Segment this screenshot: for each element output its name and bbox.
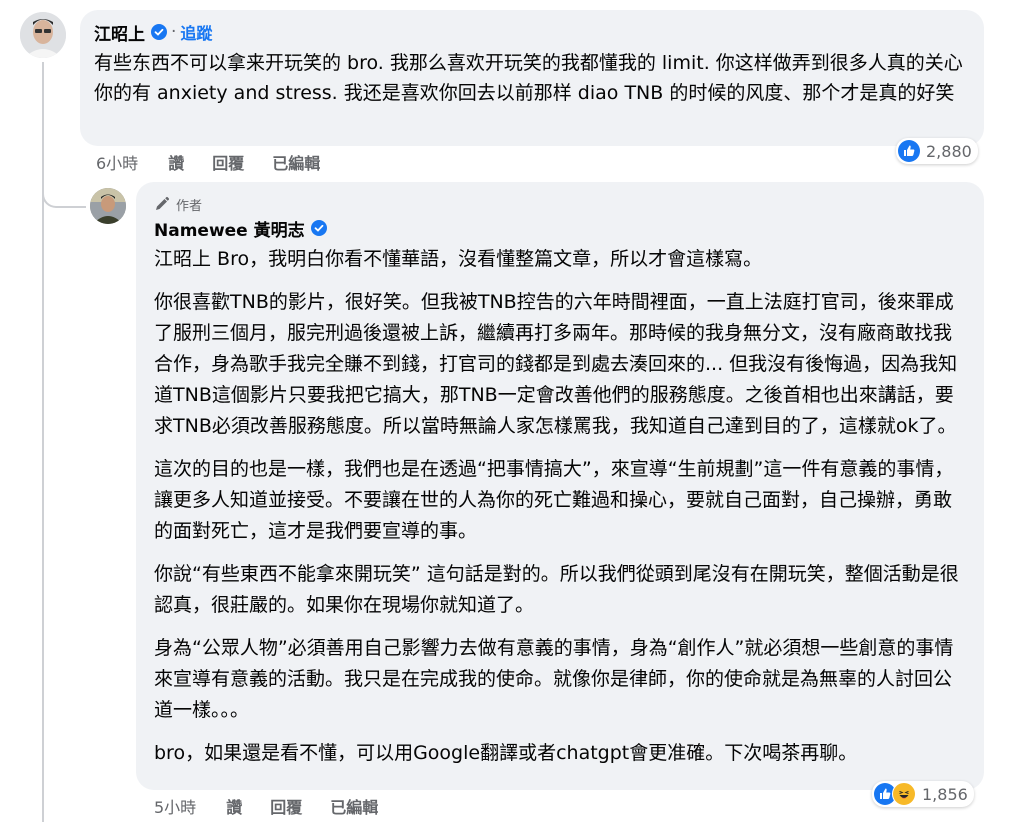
- reaction-summary[interactable]: 1,856: [872, 781, 974, 807]
- reply-button[interactable]: 回覆: [270, 794, 302, 818]
- avatar-image: [90, 188, 126, 224]
- separator-dot: ·: [171, 22, 177, 42]
- reply-paragraph: 這次的目的也是一樣，我們也是在透過“把事情搞大”，來宣導“生前規劃”這一件有意義…: [154, 458, 954, 542]
- like-reaction-icon: [898, 140, 920, 162]
- comment-text: 有些东西不可以拿来开玩笑的 bro. 我那么喜欢开玩笑的我都懂我的 limit.…: [94, 52, 963, 104]
- author-badge-label: 作者: [176, 198, 203, 214]
- reply-paragraph: 你說“有些東西不能拿來開玩笑” 這句話是對的。所以我們從頭到尾沒有在開玩笑，整個…: [154, 563, 959, 616]
- reply-paragraph: 身為“公眾人物”必須善用自己影響力去做有意義的事情，身為“創作人”就必須想一些創…: [154, 637, 954, 721]
- reply-button[interactable]: 回覆: [212, 150, 244, 174]
- comment-actions: 6小時 讚 回覆 已編輯: [96, 150, 348, 174]
- thread-elbow: [42, 180, 86, 208]
- author-badge: 作者: [154, 194, 970, 214]
- like-button[interactable]: 讚: [168, 150, 184, 174]
- avatar[interactable]: [90, 188, 126, 224]
- comment-time[interactable]: 6小時: [96, 150, 138, 174]
- reply-actions: 5小時 讚 回覆 已編輯: [154, 794, 406, 818]
- comment-author-name[interactable]: 江昭上: [94, 20, 145, 45]
- avatar[interactable]: [20, 12, 66, 58]
- reaction-summary[interactable]: 2,880: [896, 138, 978, 164]
- reply-time[interactable]: 5小時: [154, 794, 196, 818]
- verified-badge-icon: [151, 24, 167, 40]
- reaction-count: 2,880: [926, 141, 972, 161]
- edited-label[interactable]: 已編輯: [330, 794, 378, 818]
- edited-label[interactable]: 已編輯: [272, 150, 320, 174]
- follow-button[interactable]: 追蹤: [180, 20, 212, 44]
- pen-icon: [156, 196, 170, 210]
- avatar-image: [20, 12, 66, 58]
- reply-paragraph: bro，如果還是看不懂，可以用Google翻譯或者chatgpt會更准確。下次喝…: [154, 742, 858, 764]
- reply-author-name[interactable]: Namewee 黃明志: [154, 216, 305, 241]
- like-button[interactable]: 讚: [226, 794, 242, 818]
- reaction-count: 1,856: [922, 784, 968, 804]
- haha-reaction-icon: [892, 782, 916, 806]
- reply-paragraph: 江昭上 Bro，我明白你看不懂華語，沒看懂整篇文章，所以才會這樣寫。: [154, 248, 763, 270]
- reply-paragraph: 你很喜歡TNB的影片，很好笑。但我被TNB控告的六年時間裡面，一直上法庭打官司，…: [154, 291, 958, 437]
- reply-bubble: 作者 Namewee 黃明志 江昭上 Bro，我明白你看不懂華語，沒看懂整篇文章…: [136, 182, 984, 790]
- verified-badge-icon: [310, 220, 327, 236]
- comment-bubble: 江昭上 · 追蹤 有些东西不可以拿来开玩笑的 bro. 我那么喜欢开玩笑的我都懂…: [80, 10, 984, 146]
- thread-line: [42, 62, 44, 822]
